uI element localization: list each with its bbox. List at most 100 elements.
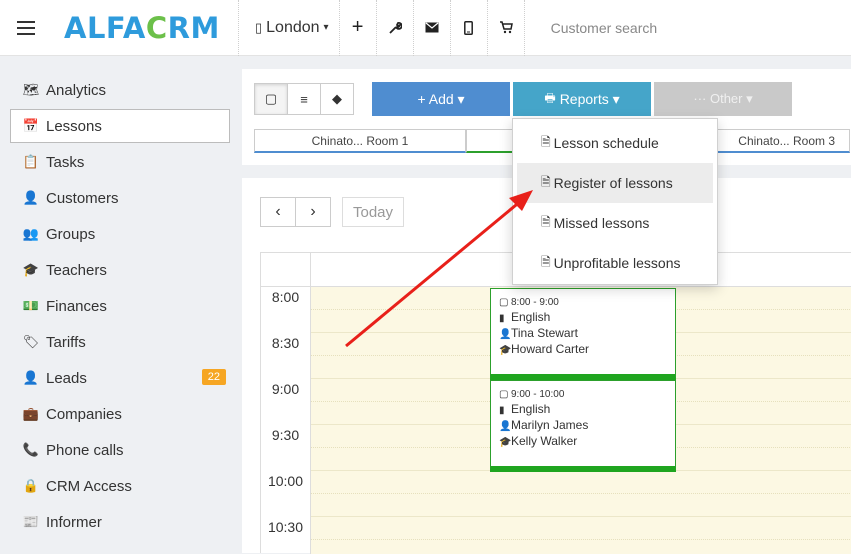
sidebar-item-label: CRM Access bbox=[46, 477, 132, 495]
sidebar-item-groups[interactable]: 👥 Groups bbox=[0, 216, 240, 252]
menu-item-missed-lessons[interactable]: 🗎 Missed lessons bbox=[513, 203, 717, 243]
lesson-customer: Tina Stewart bbox=[511, 326, 578, 340]
logo[interactable]: ALFACRM bbox=[52, 11, 238, 45]
branch-label: London bbox=[266, 18, 320, 36]
lesson-subject: English bbox=[511, 402, 551, 416]
menu-item-label: Missed lessons bbox=[553, 215, 650, 231]
cart-icon[interactable] bbox=[488, 0, 524, 56]
sidebar-item-analytics[interactable]: 🗺 Analytics bbox=[0, 72, 240, 108]
menu-item-register-of-lessons[interactable]: 🗎 Register of lessons bbox=[517, 163, 713, 203]
menu-item-unprofitable-lessons[interactable]: 🗎 Unprofitable lessons bbox=[513, 243, 717, 283]
clock-icon: ▢ bbox=[499, 389, 509, 400]
phone-icon[interactable] bbox=[451, 0, 487, 56]
logo-part-rm: RM bbox=[167, 10, 220, 45]
logo-part-alfa: ALFA bbox=[64, 10, 146, 45]
graduation-cap-icon: 🎓 bbox=[499, 345, 512, 356]
envelope-icon[interactable] bbox=[414, 0, 450, 56]
sidebar-item-crm-access[interactable]: 🔒 CRM Access bbox=[0, 468, 240, 504]
hamburger-menu-icon[interactable] bbox=[0, 0, 52, 56]
menu-item-label: Register of lessons bbox=[553, 175, 673, 191]
sidebar-item-informer[interactable]: 📰 Informer bbox=[0, 504, 240, 540]
lesson-time: 9:00 - 10:00 bbox=[511, 389, 565, 400]
menu-item-label: Lesson schedule bbox=[553, 135, 659, 151]
graduation-cap-icon: 🎓 bbox=[22, 262, 40, 277]
sidebar-item-phone-calls[interactable]: 📞 Phone calls bbox=[0, 432, 240, 468]
sidebar-item-label: Analytics bbox=[46, 81, 107, 99]
sidebar-item-label: Informer bbox=[46, 513, 102, 531]
time-column: 8:00 8:30 9:00 9:30 10:00 10:30 bbox=[261, 287, 311, 554]
time-label: 9:00 bbox=[271, 381, 300, 397]
newspaper-icon: 📰 bbox=[22, 514, 40, 529]
briefcase-icon: 💼 bbox=[22, 406, 40, 421]
reports-button-label: Reports ▾ bbox=[559, 90, 620, 107]
add-button[interactable]: + Add ▾ bbox=[372, 82, 510, 116]
sidebar-item-label: Teachers bbox=[46, 261, 107, 279]
user-icon: 👤 bbox=[22, 190, 40, 205]
caret-down-icon: ▾ bbox=[323, 22, 329, 33]
sidebar-item-label: Companies bbox=[46, 405, 122, 423]
sidebar-item-leads[interactable]: 👤 Leads 22 bbox=[0, 360, 240, 396]
clock-icon: ▢ bbox=[499, 297, 509, 308]
sidebar-item-label: Tariffs bbox=[46, 333, 86, 351]
lesson-card[interactable]: ▢ 8:00 - 9:00 ▮ English 👤Tina Stewart 🎓How… bbox=[490, 288, 676, 380]
sidebar-item-tasks[interactable]: 📋 Tasks bbox=[0, 144, 240, 180]
calendar-view-icon[interactable]: ▢ bbox=[254, 83, 288, 115]
sidebar-item-finances[interactable]: 💵 Finances bbox=[0, 288, 240, 324]
lesson-teacher: Howard Carter bbox=[511, 342, 590, 356]
other-button[interactable]: ··· Other ▾ bbox=[654, 82, 792, 116]
map-icon: 🗺 bbox=[22, 82, 40, 97]
user-icon: 👤 bbox=[499, 421, 512, 432]
sidebar-item-label: Tasks bbox=[46, 153, 85, 171]
top-bar: ALFACRM ▯ London ▾ + Customer search bbox=[0, 0, 851, 56]
time-label: 10:30 bbox=[267, 519, 304, 535]
room-tab-2[interactable] bbox=[466, 129, 514, 153]
lesson-customer: Marilyn James bbox=[511, 418, 589, 432]
users-icon: 👥 bbox=[22, 226, 40, 241]
reports-button[interactable]: 🖶 Reports ▾ bbox=[513, 82, 651, 116]
lock-icon: 🔒 bbox=[22, 478, 40, 493]
today-button[interactable]: Today bbox=[342, 197, 404, 227]
sidebar-item-teachers[interactable]: 🎓 Teachers bbox=[0, 252, 240, 288]
graduation-cap-icon: 🎓 bbox=[499, 437, 512, 448]
phone-call-icon: 📞 bbox=[22, 442, 40, 457]
calendar-icon: 📅 bbox=[22, 118, 40, 133]
time-label: 9:30 bbox=[271, 427, 300, 443]
customer-search-input[interactable]: Customer search bbox=[525, 20, 658, 36]
clipboard-icon: 📋 bbox=[22, 154, 40, 169]
sidebar-item-label: Lessons bbox=[46, 117, 102, 135]
lesson-card[interactable]: ▢ 9:00 - 10:00 ▮ English 👤Marilyn James 🎓K… bbox=[490, 380, 676, 472]
document-icon: 🗎 bbox=[541, 174, 551, 189]
tag-icon: 🏷 bbox=[22, 334, 40, 349]
book-icon: ▮ bbox=[499, 313, 505, 324]
sidebar-item-companies[interactable]: 💼 Companies bbox=[0, 396, 240, 432]
time-label: 8:00 bbox=[271, 289, 300, 305]
sidebar: 🗺 Analytics 📅 Lessons 📋 Tasks 👤 Customers 👥 G… bbox=[0, 72, 240, 540]
plus-icon[interactable]: + bbox=[340, 0, 376, 56]
document-icon: 🗎 bbox=[541, 134, 551, 149]
leads-count-badge: 22 bbox=[201, 369, 226, 385]
sidebar-item-label: Customers bbox=[46, 189, 119, 207]
sidebar-item-tariffs[interactable]: 🏷 Tariffs bbox=[0, 324, 240, 360]
sidebar-item-customers[interactable]: 👤 Customers bbox=[0, 180, 240, 216]
lesson-time: 8:00 - 9:00 bbox=[511, 297, 559, 308]
time-label: 10:00 bbox=[267, 473, 304, 489]
next-icon[interactable]: › bbox=[295, 197, 331, 227]
user-icon: 👤 bbox=[499, 329, 512, 340]
menu-item-lesson-schedule[interactable]: 🗎 Lesson schedule bbox=[513, 123, 717, 163]
list-view-icon[interactable]: ≡ bbox=[287, 83, 321, 115]
teacher-view-icon[interactable]: ◆ bbox=[320, 83, 354, 115]
wrench-icon[interactable] bbox=[377, 0, 413, 56]
room-tab-3[interactable]: Chinato... Room 3 bbox=[715, 129, 850, 153]
document-icon: 🗎 bbox=[541, 254, 551, 269]
previous-icon[interactable]: ‹ bbox=[260, 197, 296, 227]
sidebar-item-label: Groups bbox=[46, 225, 96, 243]
lesson-teacher: Kelly Walker bbox=[511, 434, 578, 448]
sidebar-item-label: Leads bbox=[46, 369, 87, 387]
time-label: 8:30 bbox=[271, 335, 300, 351]
money-icon: 💵 bbox=[22, 298, 40, 313]
print-icon: 🖶 bbox=[544, 90, 556, 105]
branch-selector[interactable]: ▯ London ▾ bbox=[239, 0, 339, 56]
reports-dropdown-menu: 🗎 Lesson schedule 🗎 Register of lessons 🗎 M… bbox=[512, 118, 718, 285]
room-tab-1[interactable]: Chinato... Room 1 bbox=[254, 129, 466, 153]
sidebar-item-lessons[interactable]: 📅 Lessons bbox=[10, 109, 230, 143]
